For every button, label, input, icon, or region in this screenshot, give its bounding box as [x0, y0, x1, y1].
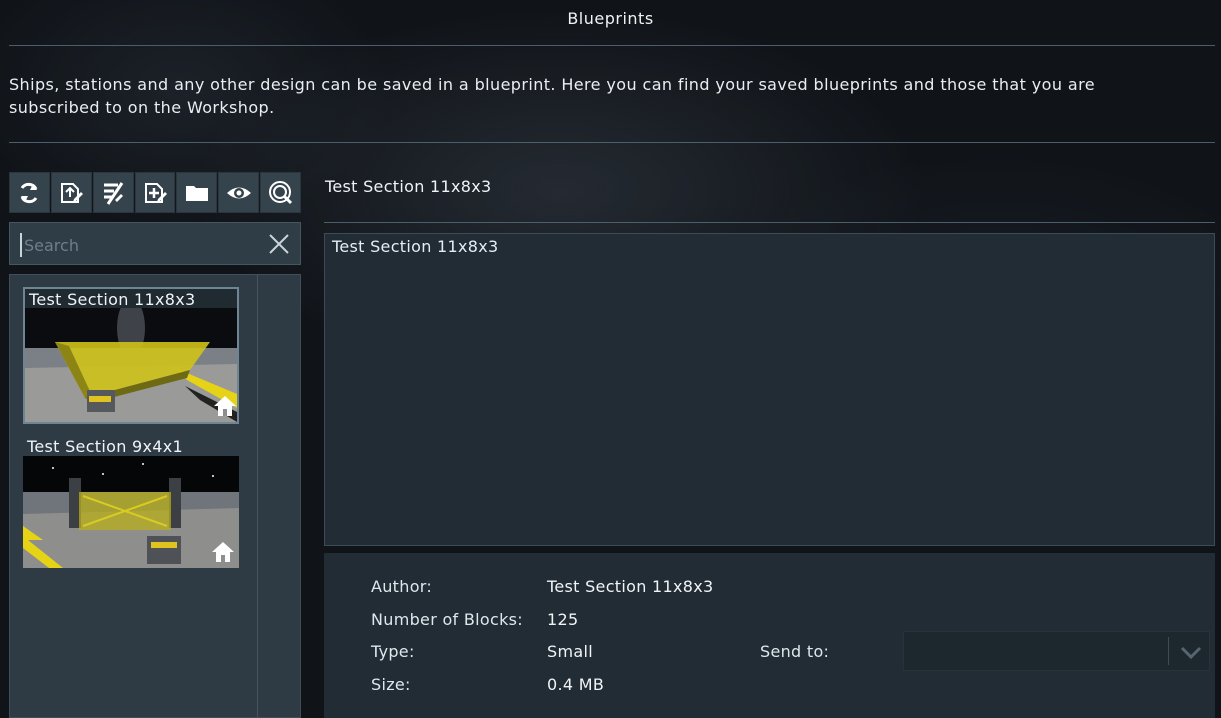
blueprint-title: Test Section 11x8x3 — [325, 177, 492, 196]
blueprint-thumbnail — [25, 308, 241, 422]
list-scrollbar[interactable] — [257, 275, 258, 718]
search-box — [9, 222, 301, 265]
workshop-search-icon — [268, 180, 292, 204]
size-label: Size: — [371, 675, 411, 694]
blueprint-list: Test Section 11x8x3 Test Section 9x4x1 — [9, 274, 301, 718]
blueprint-list-item[interactable]: Test Section 9x4x1 — [23, 436, 239, 571]
search-input[interactable] — [20, 233, 260, 257]
blueprint-name: Test Section 9x4x1 — [27, 437, 184, 456]
window-title: Blueprints — [567, 9, 654, 28]
send-to-label: Send to: — [760, 642, 830, 661]
blueprint-delete-icon — [104, 181, 124, 205]
clear-search-icon[interactable] — [267, 232, 291, 256]
type-value: Small — [547, 642, 593, 661]
blueprint-list-item[interactable]: Test Section 11x8x3 — [23, 287, 239, 424]
page-description: Ships, stations and any other design can… — [9, 75, 1095, 117]
blueprint-name: Test Section 11x8x3 — [29, 290, 196, 309]
size-value: 0.4 MB — [547, 675, 605, 694]
view-button[interactable] — [218, 172, 260, 213]
type-label: Type: — [371, 642, 415, 661]
blueprint-description-box[interactable]: Test Section 11x8x3 — [324, 233, 1215, 546]
blueprint-edit-icon — [61, 182, 84, 203]
blueprint-thumbnail — [23, 456, 239, 568]
author-label: Author: — [371, 577, 433, 596]
header-divider — [9, 45, 1215, 46]
new-blueprint-button[interactable] — [134, 172, 176, 213]
details-divider — [324, 222, 1215, 223]
chevron-down-icon — [1180, 646, 1202, 660]
dropdown-divider — [1168, 637, 1169, 665]
refresh-button[interactable] — [9, 172, 50, 213]
workshop-browse-button[interactable] — [260, 172, 302, 213]
blocks-value: 125 — [547, 610, 579, 629]
description-divider — [9, 142, 1215, 143]
home-icon — [212, 542, 234, 562]
send-to-dropdown[interactable] — [903, 631, 1210, 671]
blocks-label: Number of Blocks: — [371, 610, 523, 629]
blueprint-description-text: Test Section 11x8x3 — [332, 237, 499, 256]
edit-blueprint-button[interactable] — [50, 172, 92, 213]
refresh-icon — [21, 182, 38, 203]
eye-icon — [226, 187, 251, 198]
folder-icon — [185, 185, 208, 201]
author-value: Test Section 11x8x3 — [547, 577, 714, 596]
open-folder-button[interactable] — [176, 172, 218, 213]
blueprint-toolbar — [9, 172, 302, 213]
home-icon — [214, 396, 236, 416]
blueprint-new-icon — [145, 182, 167, 203]
delete-blueprint-button[interactable] — [92, 172, 134, 213]
